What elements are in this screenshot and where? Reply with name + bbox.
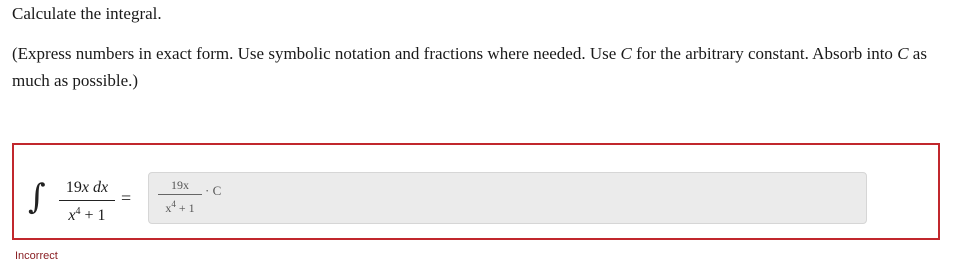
integral-sign-icon: ∫ (28, 177, 46, 217)
integrand-fraction: 19x dx x4 + 1 (59, 178, 115, 225)
instructions-var-c: C (620, 44, 632, 63)
equals-sign: = (121, 188, 132, 208)
instructions-text-1: (Express numbers in exact form. Use symb… (12, 44, 621, 63)
instructions-var-c-2: C (897, 44, 909, 63)
answer-denominator: x4 + 1 (165, 199, 195, 215)
question-prompt: Calculate the integral. (12, 4, 162, 23)
instructions-text-2: for the arbitrary constant. Absorb into (631, 44, 898, 63)
fraction-bar (59, 200, 115, 201)
answer-input[interactable]: 19x x4 + 1 · C (148, 172, 867, 224)
answer-container: ∫ 19x dx x4 + 1 = 19x x4 + 1 · C (12, 143, 940, 240)
answer-fraction: 19x x4 + 1 (158, 178, 202, 216)
integrand-denominator: x4 + 1 (68, 206, 106, 224)
integrand-numerator: 19x dx (65, 179, 109, 196)
status-label: Incorrect (15, 250, 58, 262)
answer-fraction-bar (158, 194, 202, 195)
answer-numerator: 19x (171, 178, 189, 192)
question-instructions: (Express numbers in exact form. Use symb… (12, 40, 947, 94)
answer-constant: · C (205, 183, 222, 198)
